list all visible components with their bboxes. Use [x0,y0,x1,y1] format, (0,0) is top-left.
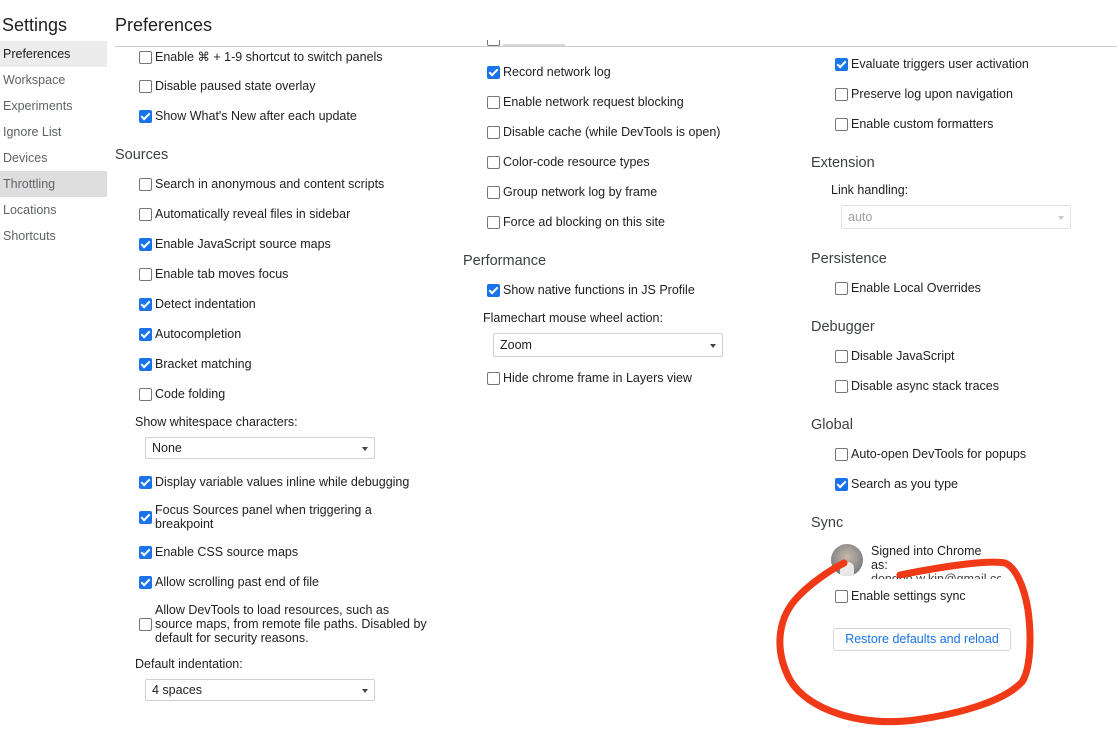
red-circle-annotation [776,558,1034,726]
annotation-stroke [776,558,1034,726]
